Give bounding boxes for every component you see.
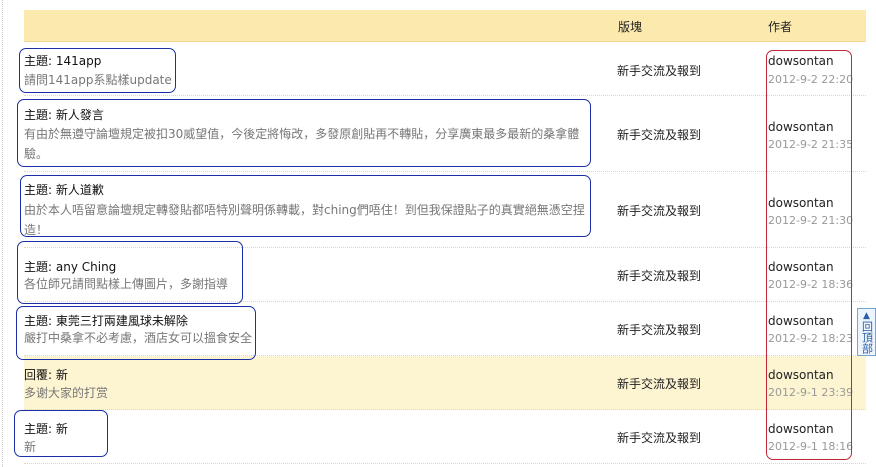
table-row: 主題: 新 新 新手交流及報到 dowsontan 2012-9-1 18:16 xyxy=(24,410,866,464)
author-column-header: 作者 xyxy=(768,20,793,34)
table-header: 版塊 作者 xyxy=(24,10,866,42)
left-divider xyxy=(0,0,3,467)
forum-link[interactable]: 新手交流及報到 xyxy=(617,202,701,219)
post-snippet: 新 xyxy=(24,440,37,454)
author-annotation-box xyxy=(766,50,852,460)
annotation-box xyxy=(19,48,176,93)
forum-link[interactable]: 新手交流及報到 xyxy=(617,126,701,143)
forum-link[interactable]: 新手交流及報到 xyxy=(617,429,701,446)
annotation-box xyxy=(20,175,591,237)
annotation-box xyxy=(14,410,108,457)
arrow-up-icon: ▲ xyxy=(863,311,870,321)
post-title-link[interactable]: 回覆: 新 xyxy=(24,366,68,383)
back-to-top-button[interactable]: ▲ 回頂部 xyxy=(857,308,876,356)
post-list-page: 版塊 作者 主題: 141app 請問141app系點樣update 新手交流及… xyxy=(0,0,876,467)
forum-link[interactable]: 新手交流及報到 xyxy=(617,375,701,392)
forum-link[interactable]: 新手交流及報到 xyxy=(617,321,701,338)
annotation-box xyxy=(17,99,591,167)
annotation-box xyxy=(17,241,243,304)
forum-link[interactable]: 新手交流及報到 xyxy=(617,62,701,79)
table-row-highlighted: 回覆: 新 多谢大家的打赏 新手交流及報到 dowsontan 2012-9-1… xyxy=(24,356,866,410)
post-snippet: 多谢大家的打赏 xyxy=(24,386,109,400)
forum-column-header: 版塊 xyxy=(618,20,643,34)
annotation-box xyxy=(16,306,256,360)
forum-link[interactable]: 新手交流及報到 xyxy=(617,267,701,284)
